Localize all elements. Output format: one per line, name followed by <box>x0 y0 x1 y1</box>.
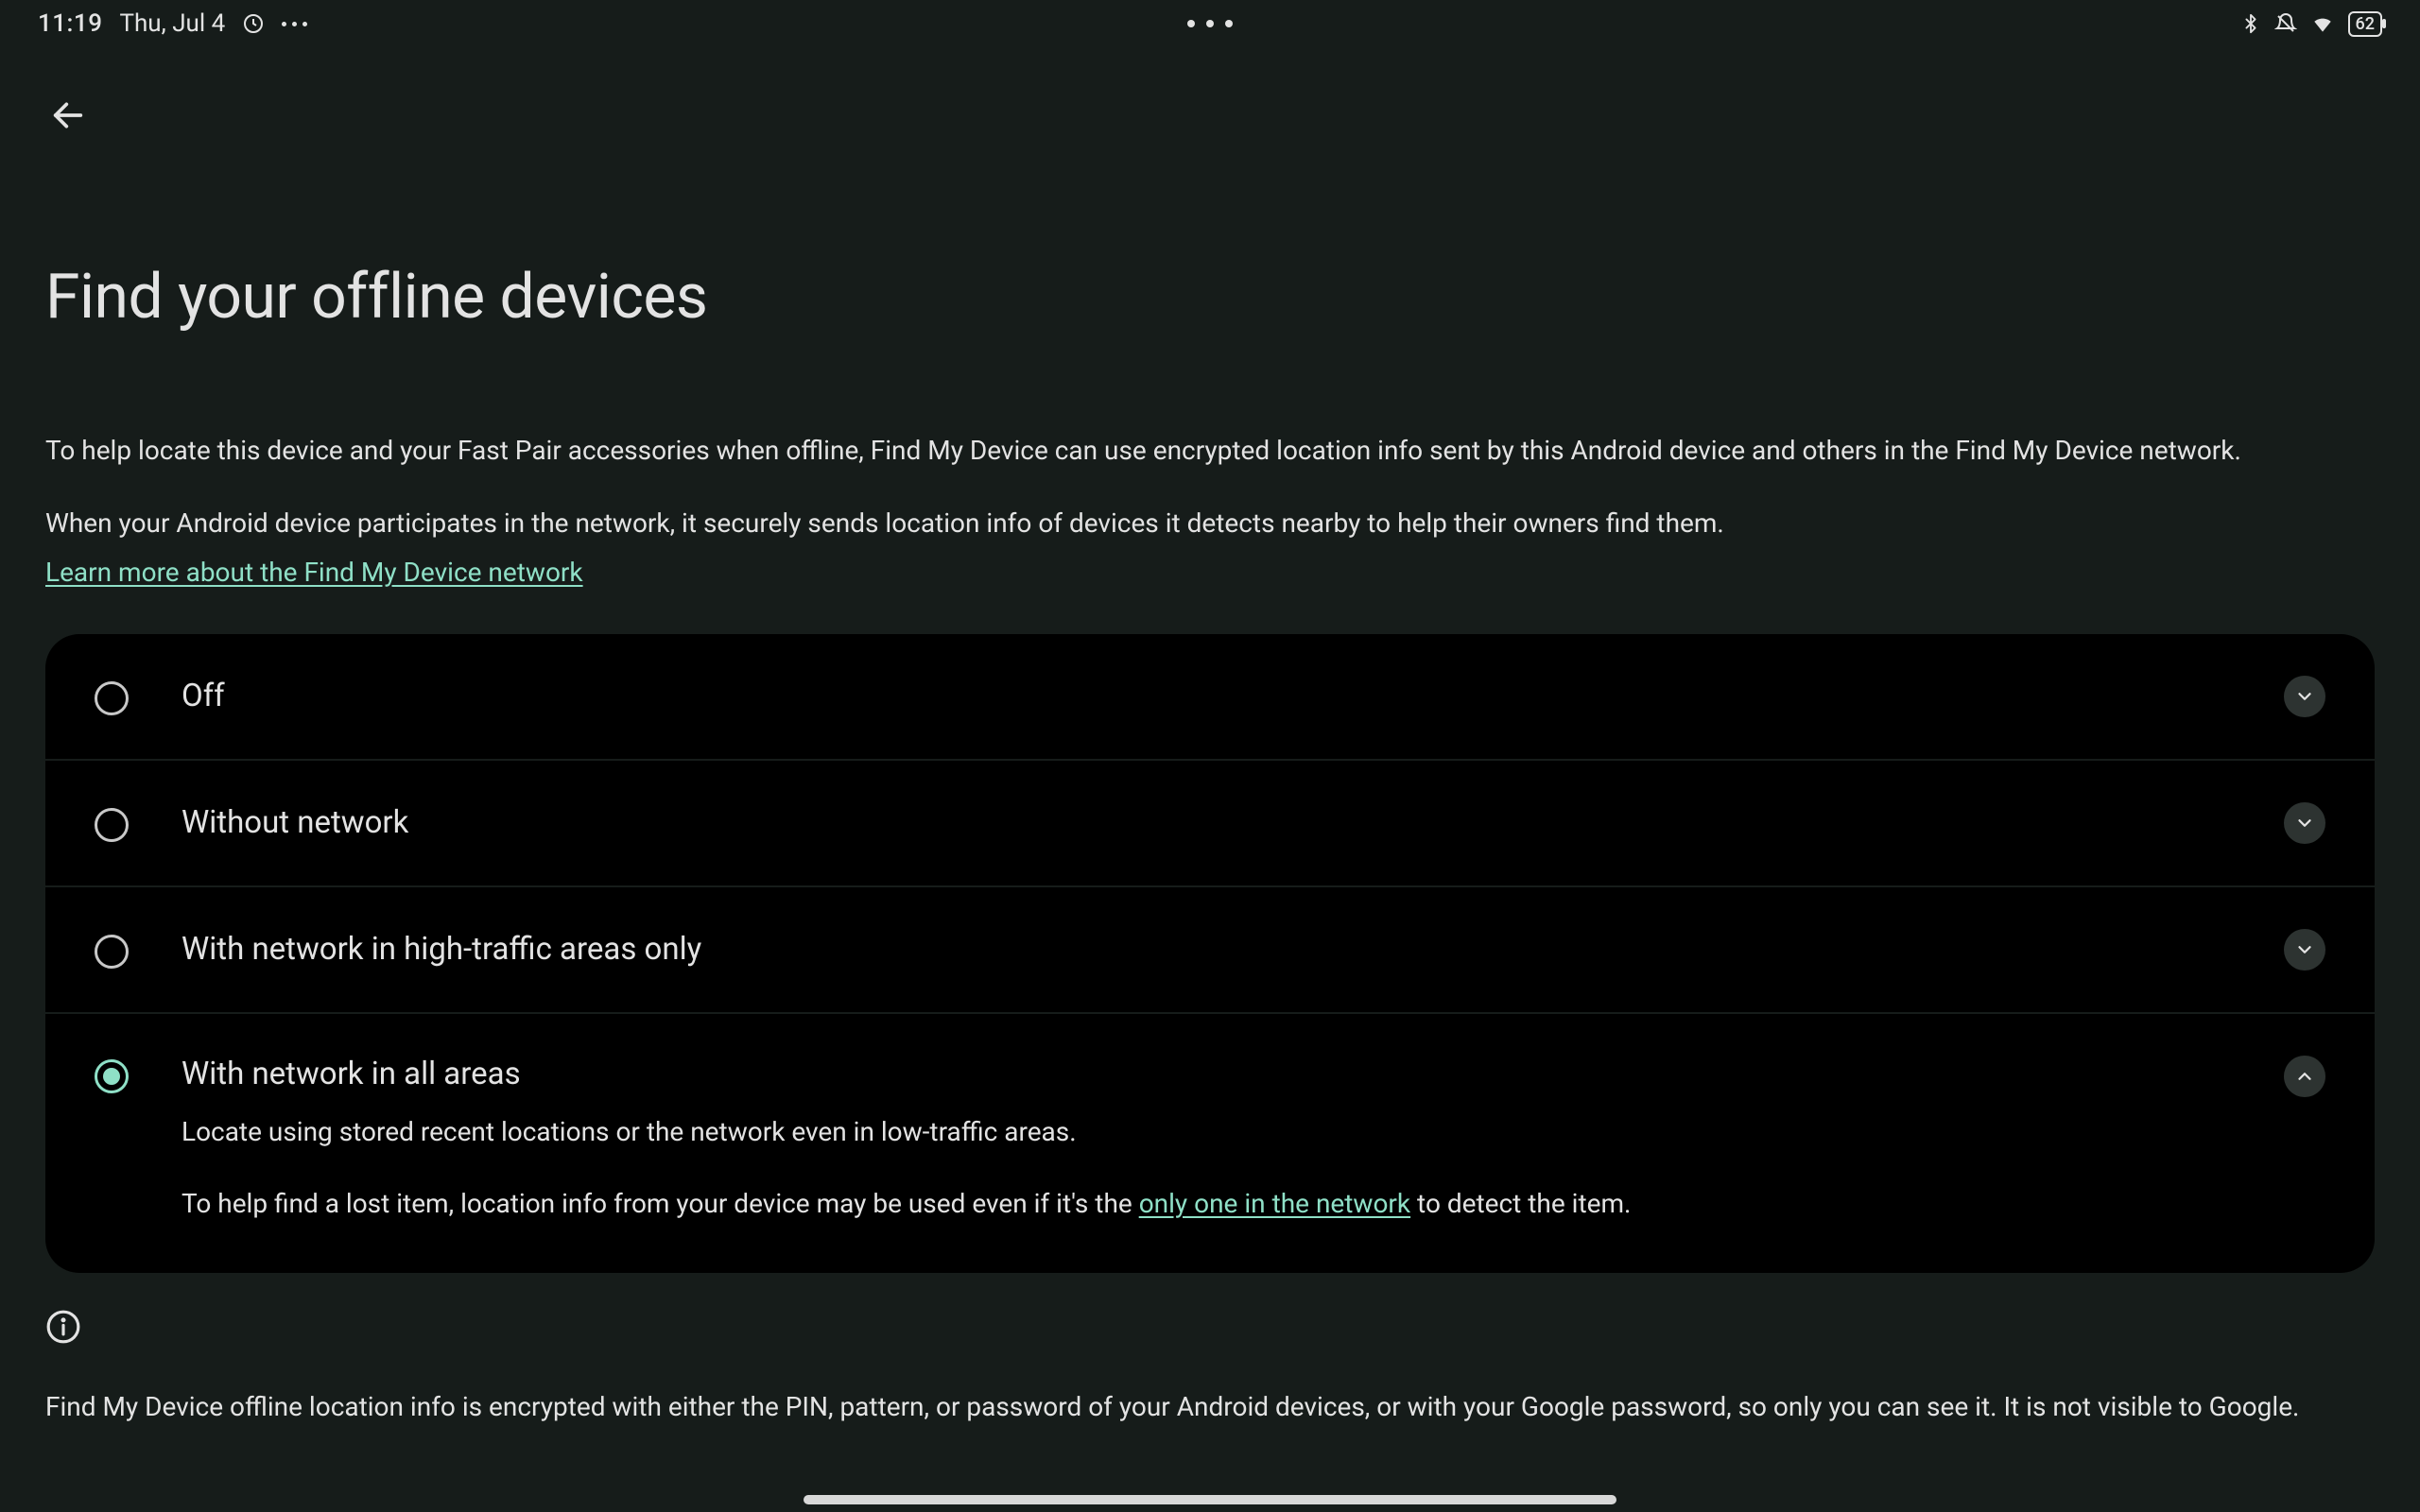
arrow-left-icon <box>49 96 87 134</box>
info-text: Find My Device offline location info is … <box>45 1388 2375 1427</box>
option-sub-suffix: to detect the item. <box>1410 1188 1631 1219</box>
option-label: With network in high-traffic areas only <box>182 931 2261 968</box>
radio-off[interactable] <box>95 681 129 715</box>
expand-button-high-traffic[interactable] <box>2284 929 2325 971</box>
more-notifications-icon <box>282 22 307 26</box>
option-sub-prefix: To help find a lost item, location info … <box>182 1188 1139 1219</box>
collapse-button-all-areas[interactable] <box>2284 1056 2325 1097</box>
page-title: Find your offline devices <box>45 261 2375 334</box>
status-bar: 11:19 Thu, Jul 4 <box>0 0 2420 47</box>
chevron-down-icon <box>2294 813 2315 833</box>
privacy-indicator-dots <box>1187 20 1233 27</box>
option-sub-line-2: To help find a lost item, location info … <box>182 1185 2261 1224</box>
option-label: Without network <box>182 804 2261 841</box>
option-description: Locate using stored recent locations or … <box>182 1113 2261 1224</box>
expand-button-without-network[interactable] <box>2284 802 2325 844</box>
status-date: Thu, Jul 4 <box>119 9 225 38</box>
chevron-down-icon <box>2294 686 2315 707</box>
description-paragraph-1: To help locate this device and your Fast… <box>45 432 2375 471</box>
learn-more-link[interactable]: Learn more about the Find My Device netw… <box>45 557 583 588</box>
radio-high-traffic[interactable] <box>95 935 129 969</box>
info-icon <box>45 1309 81 1345</box>
wifi-icon <box>2310 11 2335 36</box>
description-block: To help locate this device and your Fast… <box>45 432 2375 593</box>
whatsapp-icon <box>242 12 265 35</box>
option-off[interactable]: Off <box>45 634 2375 761</box>
bluetooth-icon <box>2240 13 2261 34</box>
radio-without-network[interactable] <box>95 808 129 842</box>
battery-indicator: 62 <box>2348 11 2382 37</box>
option-without-network[interactable]: Without network <box>45 761 2375 887</box>
option-label: Off <box>182 678 2261 714</box>
radio-all-areas[interactable] <box>95 1059 129 1093</box>
dnd-icon <box>2274 12 2297 35</box>
navigation-handle[interactable] <box>804 1495 1616 1504</box>
option-all-areas[interactable]: With network in all areas Locate using s… <box>45 1014 2375 1273</box>
chevron-up-icon <box>2294 1066 2315 1087</box>
status-right: 62 <box>2240 11 2382 37</box>
expand-button-off[interactable] <box>2284 676 2325 717</box>
description-paragraph-2: When your Android device participates in… <box>45 505 2375 543</box>
option-sub-line-1: Locate using stored recent locations or … <box>182 1113 2261 1152</box>
option-high-traffic[interactable]: With network in high-traffic areas only <box>45 887 2375 1014</box>
only-one-link[interactable]: only one in the network <box>1139 1188 1410 1219</box>
option-label: With network in all areas <box>182 1056 2261 1092</box>
status-clock: 11:19 <box>38 9 102 38</box>
options-card: Off Without network With network i <box>45 634 2375 1273</box>
chevron-down-icon <box>2294 939 2315 960</box>
battery-level: 62 <box>2356 14 2375 34</box>
back-button[interactable] <box>47 94 89 136</box>
info-row <box>45 1307 2375 1345</box>
status-left: 11:19 Thu, Jul 4 <box>38 9 307 38</box>
